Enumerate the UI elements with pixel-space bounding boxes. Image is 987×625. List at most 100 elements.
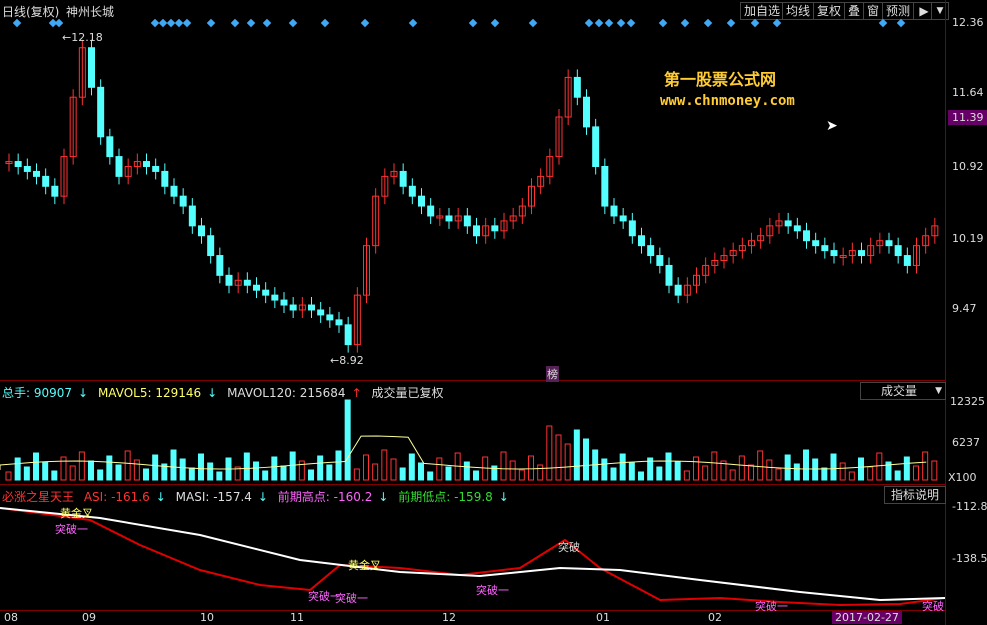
volume-legend: 总手: 90907 ↓ MAVOL5: 129146 ↓ MAVOL120: 215…	[2, 386, 444, 400]
candle-body	[463, 215, 471, 227]
candle-body	[335, 319, 343, 326]
signal-marker-icon	[604, 18, 614, 28]
candle-body	[262, 289, 270, 296]
volume-bar	[665, 452, 672, 481]
volume-bar	[372, 463, 379, 481]
volume-bar	[326, 464, 333, 481]
legend-mavol5: MAVOL5: 129146	[97, 386, 202, 400]
x-axis-date: 12	[442, 611, 456, 624]
signal-marker-icon	[206, 18, 216, 28]
low-value: 8.92	[339, 354, 364, 367]
signal-marker-icon	[896, 18, 906, 28]
candle-body	[427, 205, 435, 217]
volume-bar	[124, 450, 131, 481]
volume-bar	[51, 470, 58, 481]
candle-body	[14, 161, 22, 167]
candle-body	[97, 86, 105, 138]
volume-bar	[555, 434, 562, 481]
candle-body	[812, 240, 820, 247]
signal-marker-icon	[320, 18, 330, 28]
volume-bar	[399, 467, 406, 481]
signal-label: 突破一	[476, 584, 509, 597]
candle-body	[793, 225, 801, 232]
signal-marker-icon	[408, 18, 418, 28]
candle-body	[858, 250, 865, 257]
indicator-axis-label-2: -138.5	[952, 552, 987, 565]
right-axis-divider	[945, 0, 946, 625]
chart-canvas[interactable]	[0, 0, 945, 625]
candle-body	[23, 165, 31, 172]
signal-marker-icon	[230, 18, 240, 28]
volume-bar	[353, 468, 360, 481]
signal-marker-icon	[658, 18, 668, 28]
signal-marker-icon	[468, 18, 478, 28]
candle-body	[33, 170, 40, 177]
volume-bar	[583, 438, 589, 481]
signal-marker-icon	[594, 18, 604, 28]
volume-bar	[78, 451, 85, 481]
volume-bar	[106, 455, 113, 481]
volume-bar	[188, 467, 195, 481]
volume-bar	[858, 457, 864, 481]
candle-body	[592, 126, 600, 167]
candle-body	[106, 136, 114, 158]
mouse-pointer-icon: ➤	[826, 118, 838, 134]
indicator-help-button[interactable]: 指标说明	[884, 486, 946, 504]
volume-bar	[656, 466, 663, 481]
volume-selector[interactable]: 成交量 ▼	[860, 382, 946, 400]
signal-marker-icon	[158, 18, 168, 28]
signal-marker-icon	[750, 18, 760, 28]
volume-bar	[445, 466, 452, 481]
volume-axis-unit: X100	[948, 471, 977, 484]
volume-bar	[335, 450, 342, 481]
signal-marker-icon	[726, 18, 736, 28]
candle-body	[216, 255, 224, 276]
signal-marker-icon	[288, 18, 298, 28]
volume-bar	[610, 467, 617, 481]
signal-marker-icon	[150, 18, 160, 28]
candle-body	[473, 225, 480, 237]
volume-bar	[573, 429, 580, 481]
x-axis-date: 10	[200, 611, 214, 624]
signal-label: 突破一	[755, 600, 788, 613]
volume-bar	[601, 458, 608, 481]
candle-body	[628, 220, 636, 237]
signal-marker-icon	[166, 18, 176, 28]
volume-bar	[69, 465, 76, 481]
candle-body	[170, 185, 178, 197]
candle-body	[51, 185, 59, 197]
cursor-date: 2017-02-27	[832, 611, 902, 624]
volume-bar	[271, 456, 278, 481]
volume-bar	[848, 471, 855, 481]
watermark-url: www.chnmoney.com	[660, 93, 795, 109]
list-badge: 榜	[546, 366, 559, 382]
volume-bar	[243, 452, 250, 481]
volume-bar	[638, 471, 644, 481]
candle-body	[243, 279, 251, 286]
candle-body	[885, 240, 893, 247]
x-axis-date: 08	[4, 611, 18, 624]
volume-bar	[408, 453, 415, 481]
candle-body	[418, 195, 425, 207]
candle-body	[830, 250, 838, 257]
watermark-title: 第一股票公式网	[664, 70, 777, 89]
price-axis-label-1: 12.36	[952, 16, 984, 29]
candle-body	[601, 165, 609, 207]
volume-bar	[894, 470, 901, 481]
candle-body	[674, 284, 682, 296]
masi-line	[0, 507, 945, 602]
candle-body	[88, 47, 95, 88]
signal-label: 突破	[922, 600, 944, 613]
candle-body	[573, 76, 581, 98]
volume-bar	[738, 455, 745, 481]
volume-bar	[922, 451, 929, 481]
candle-body	[42, 175, 50, 187]
indicator-axis-label-1: -112.8	[952, 500, 987, 513]
low-annotation: ←8.92	[330, 354, 364, 367]
volume-bar	[628, 462, 635, 481]
signal-marker-icon	[626, 18, 636, 28]
signal-marker-icon	[182, 18, 192, 28]
volume-bar	[207, 462, 214, 481]
candle-body	[308, 304, 315, 311]
legend-masi: MASI: -157.4	[175, 490, 252, 504]
